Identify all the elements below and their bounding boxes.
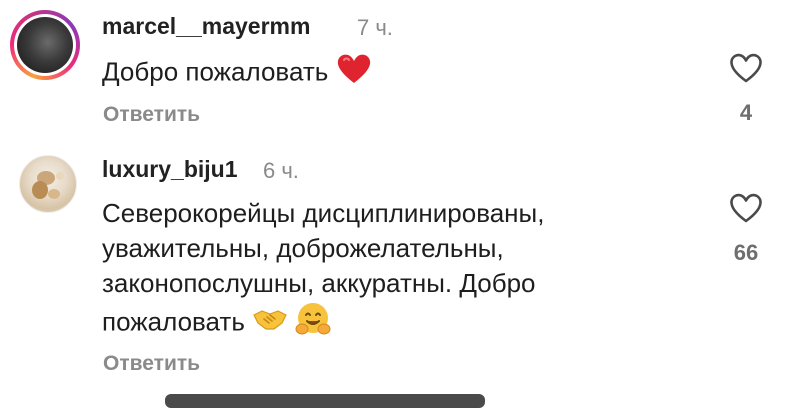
like-heart-icon[interactable] [729,52,763,84]
comment-text-content: Добро пожаловать [102,56,329,87]
like-count: 66 [733,240,759,265]
comment-text-line: пожаловать [102,306,245,337]
comment-text-line: Северокорейцы дисциплинированы, [102,198,545,228]
comment-username[interactable]: luxury_biju1 [102,156,237,183]
comment-time: 6 ч. [263,158,299,183]
comment-text-line: законопослушны, аккуратны. Добро [102,268,536,298]
handshake-icon [252,305,288,342]
truncated-next-text [165,394,485,408]
like-heart-icon[interactable] [729,192,763,224]
comment-text: Северокорейцы дисциплинированы, уважител… [102,196,702,346]
comment-text-line: уважительны, доброжелательны, [102,233,504,263]
comment-text: Добро пожаловать [102,53,372,94]
reply-button[interactable]: Ответить [103,352,200,376]
avatar[interactable] [17,17,73,73]
comment-username[interactable]: marcel__mayermm [102,13,310,40]
hugging-face-icon [295,301,331,346]
comment-time: 7 ч. [357,15,393,40]
red-heart-icon [336,53,372,94]
comment-text-line-last: пожаловать [102,301,702,346]
reply-button[interactable]: Ответить [103,103,200,127]
like-count: 4 [739,100,753,125]
avatar[interactable] [19,155,77,213]
jewelry-photo-icon [32,171,64,199]
